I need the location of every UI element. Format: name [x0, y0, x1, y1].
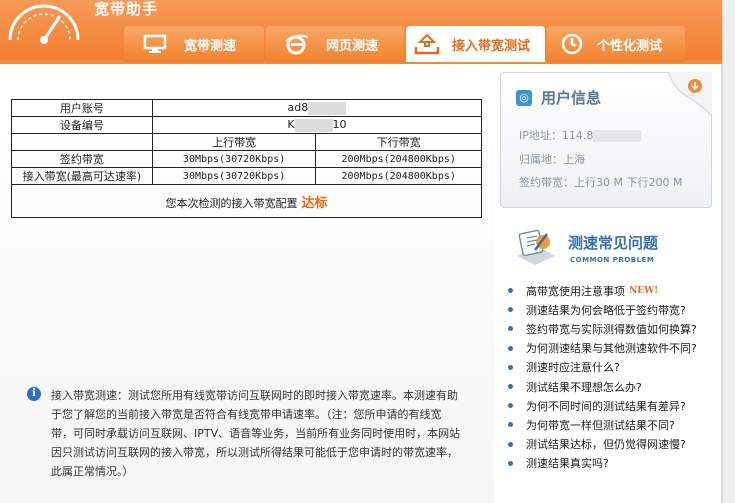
table-row: 上行带宽 下行带宽: [11, 133, 482, 151]
faq-title: 测速常见问题: [568, 234, 659, 252]
user-info-title: 用户信息: [541, 89, 602, 107]
table-row: 设备编号 K 10: [11, 116, 483, 134]
user-info-card: ◎ 用户信息 IP地址：114.8 归属地：上海 签约带宽：上行30 M 下行2…: [500, 72, 712, 208]
device-label: 设备编号: [11, 116, 153, 134]
tab-personalized-test[interactable]: 个性化测试: [547, 26, 685, 62]
bandwidth-info-table: 用户账号 ad8 设备编号 K 10 上行带宽 下行带宽 签约带宽 30Mbps(…: [11, 99, 483, 218]
empty-cell: [11, 133, 153, 151]
location-row: 归属地：上海: [519, 151, 585, 167]
bullet-icon: [508, 422, 513, 428]
signed-bandwidth-label: 签约带宽: [11, 150, 153, 168]
tab-access-bandwidth-test[interactable]: 接入带宽测试: [406, 26, 545, 62]
tab-bandwidth-speed-test[interactable]: 宽带测速: [124, 26, 264, 62]
signed-download-value: 200Mbps(204800Kbps): [315, 150, 482, 168]
bullet-icon: [508, 460, 513, 466]
location-value: 上海: [563, 153, 585, 166]
faq-item[interactable]: 测速结果真实吗?: [508, 454, 697, 473]
access-bandwidth-label: 接入带宽(最高可达速率): [11, 167, 153, 185]
bullet-icon: [508, 441, 513, 447]
faq-item-label: 测速结果为何会略低于签约带宽?: [526, 303, 686, 317]
result-text: 您本次检测的接入带宽配置: [165, 196, 298, 210]
access-upload-value: 30Mbps(30720Kbps): [151, 167, 317, 185]
bullet-icon: [508, 307, 513, 313]
redacted-mask: [308, 101, 347, 115]
clock-icon: [559, 33, 585, 55]
faq-item-label: 为何带宽一样但测试结果不同?: [526, 418, 675, 432]
account-value: ad8: [151, 99, 483, 117]
app-title: 宽带助手: [94, 0, 159, 18]
result-cell: 您本次检测的接入带宽配置 达标: [11, 184, 482, 218]
upload-header: 上行带宽: [151, 133, 317, 151]
vertical-scrollbar[interactable]: [722, 0, 735, 503]
signed-value: 上行30 M 下行200 M: [574, 176, 683, 189]
faq-item[interactable]: 测速时应注意什么?: [508, 358, 697, 377]
faq-item[interactable]: 为何带宽一样但测试结果不同?: [508, 415, 697, 434]
faq-item[interactable]: 签约带宽与实际测得数值如何换算?: [508, 319, 697, 338]
faq-item-label: 测试结果不理想怎么办?: [526, 380, 642, 394]
signed-bandwidth-row: 签约带宽：上行30 M 下行200 M: [519, 174, 682, 190]
faq-list: 高带宽使用注意事项 NEW! 测速结果为何会略低于签约带宽? 签约带宽与实际测得数…: [508, 281, 697, 473]
faq-item-label: 测速结果真实吗?: [526, 457, 609, 471]
new-badge: NEW!: [629, 285, 659, 296]
bullet-icon: [508, 403, 513, 409]
table-row: 您本次检测的接入带宽配置 达标: [11, 184, 482, 218]
faq-item-label: 为何测速结果与其他测速软件不同?: [526, 342, 697, 356]
user-info-icon: ◎: [516, 90, 532, 106]
tab-label: 宽带测速: [184, 38, 237, 54]
tab-web-speed-test[interactable]: 网页测速: [266, 26, 404, 62]
redacted-mask: [294, 118, 333, 132]
account-value-prefix: ad8: [287, 101, 309, 115]
bullet-icon: [508, 288, 513, 294]
faq-item-label: 为何不同时间的测试结果有差异?: [526, 399, 686, 413]
device-value-prefix: K: [287, 118, 295, 132]
upload-tray-icon: [414, 33, 440, 55]
location-label: 归属地：: [519, 153, 563, 166]
faq-item-label: 测速时应注意什么?: [526, 361, 620, 375]
device-value: K 10: [151, 116, 483, 134]
faq-item-label: 高带宽使用注意事项: [526, 284, 625, 298]
tab-label: 网页测速: [326, 38, 379, 54]
bullet-icon: [508, 364, 513, 370]
faq-item[interactable]: 为何测速结果与其他测速软件不同?: [508, 339, 697, 358]
signed-label: 签约带宽：: [519, 176, 574, 189]
speed-gauge-icon: [8, 4, 80, 44]
table-row: 签约带宽 30Mbps(30720Kbps) 200Mbps(204800Kbp…: [11, 150, 482, 168]
table-row: 用户账号 ad8: [11, 99, 483, 117]
table-row: 接入带宽(最高可达速率) 30Mbps(30720Kbps) 200Mbps(2…: [11, 167, 482, 185]
redacted-mask: [593, 130, 642, 142]
device-value-suffix: 10: [332, 118, 347, 132]
faq-item[interactable]: 测试结果达标，但仍觉得网速慢?: [508, 435, 697, 454]
monitor-icon: [142, 33, 168, 55]
faq-item[interactable]: 高带宽使用注意事项 NEW!: [508, 281, 697, 300]
tab-label: 接入带宽测试: [452, 38, 531, 54]
access-download-value: 200Mbps(204800Kbps): [315, 167, 482, 185]
tab-bar: 宽带测速 网页测速 接入带宽测试 个性化测试: [124, 26, 687, 62]
result-status: 达标: [301, 195, 328, 211]
bullet-icon: [508, 326, 513, 332]
download-header: 下行带宽: [315, 133, 482, 151]
faq-item-label: 签约带宽与实际测得数值如何换算?: [526, 322, 697, 336]
ie-browser-icon: [284, 33, 310, 55]
account-label: 用户账号: [11, 99, 153, 117]
faq-logo-icon: [517, 229, 555, 265]
faq-subtitle: COMMON PROBLEM: [570, 256, 655, 264]
ip-value: 114.8: [561, 129, 594, 142]
faq-item[interactable]: 测速结果为何会略低于签约带宽?: [508, 300, 697, 319]
faq-item[interactable]: 测试结果不理想怎么办?: [508, 377, 697, 396]
ip-address-row: IP地址：114.8: [519, 127, 642, 143]
info-icon: i: [27, 387, 41, 401]
bullet-icon: [508, 345, 513, 351]
download-corner-icon[interactable]: [668, 72, 712, 116]
ip-label: IP地址：: [519, 129, 562, 142]
test-description-note: 接入带宽测速：测试您所用有线宽带访问互联网时的即时接入带宽速率。本测速有助于您了…: [51, 389, 461, 478]
tab-label: 个性化测试: [597, 38, 663, 54]
signed-upload-value: 30Mbps(30720Kbps): [151, 150, 317, 168]
bullet-icon: [508, 384, 513, 390]
faq-item-label: 测试结果达标，但仍觉得网速慢?: [526, 438, 686, 452]
faq-item[interactable]: 为何不同时间的测试结果有差异?: [508, 396, 697, 415]
